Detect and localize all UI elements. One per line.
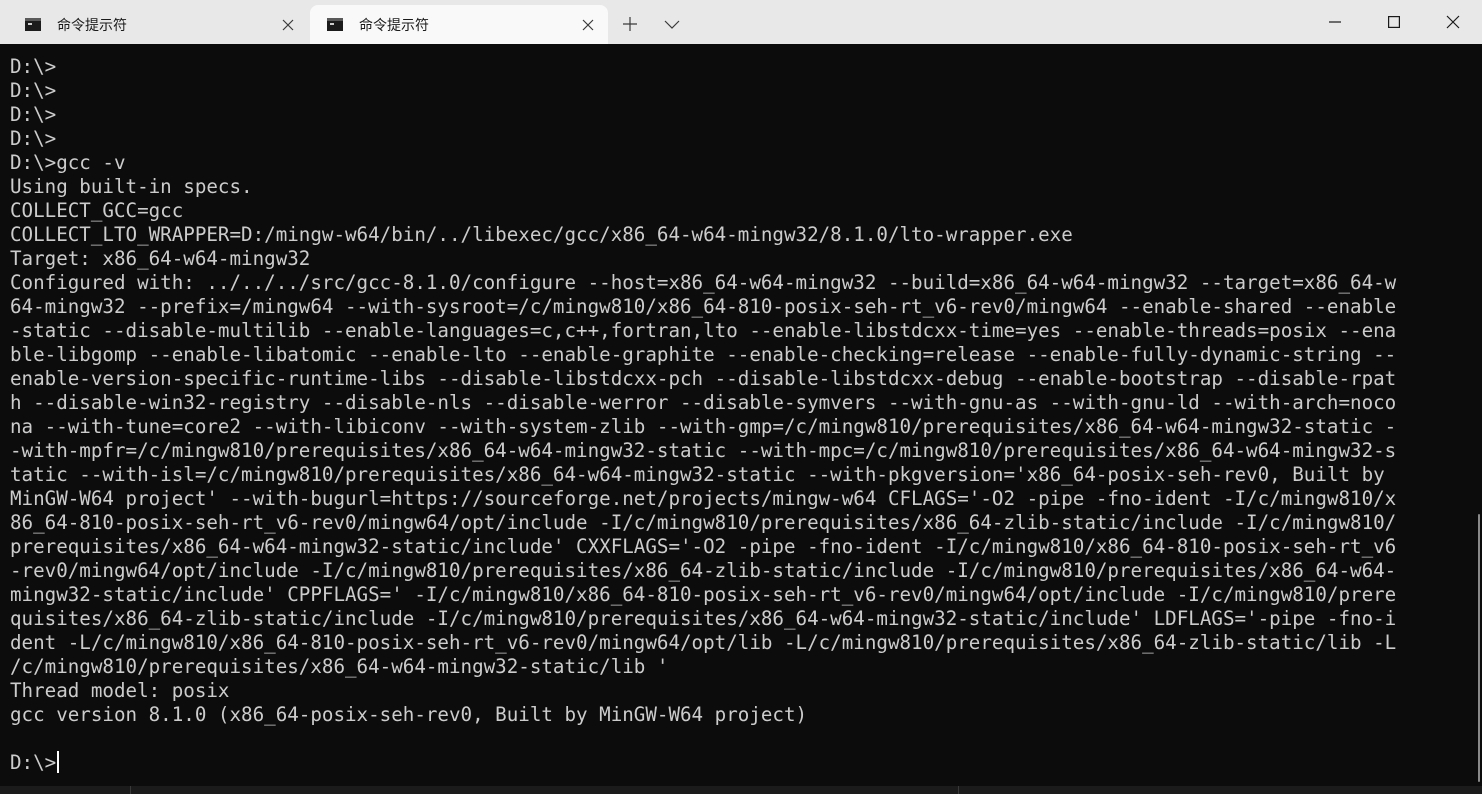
terminal-line: /c/mingw810/prerequisites/x86_64-w64-min… (10, 655, 669, 678)
terminal-text: D:\> D:\> D:\> D:\> D:\>gcc -v Using built-in… (0, 44, 1474, 775)
terminal-line: MinGW-W64 project' --with-bugurl=https:/… (10, 487, 1397, 510)
terminal-line: COLLECT_GCC=gcc (10, 199, 184, 222)
tab-cmd-2[interactable]: 命令提示符 (310, 5, 608, 44)
tab-label: 命令提示符 (57, 17, 127, 34)
close-icon (1446, 15, 1460, 29)
cmd-prompt-icon (25, 18, 41, 31)
scrollbar-thumb[interactable] (1478, 514, 1480, 782)
terminal-line: 86_64-810-posix-seh-rt_v6-rev0/mingw64/o… (10, 511, 1397, 534)
terminal-line: gcc version 8.1.0 (x86_64-posix-seh-rev0… (10, 703, 808, 726)
tab-label: 命令提示符 (359, 17, 429, 34)
prompt-text: D:\> (10, 751, 57, 774)
bottom-edge (0, 786, 1482, 794)
scrollbar[interactable] (1474, 44, 1482, 786)
tab-dropdown-button[interactable] (656, 8, 688, 40)
terminal-output[interactable]: D:\> D:\> D:\> D:\> D:\>gcc -v Using built-in… (0, 44, 1474, 786)
minimize-icon (1329, 21, 1341, 23)
terminal-line: COLLECT_LTO_WRAPPER=D:/mingw-w64/bin/../… (10, 223, 1073, 246)
plus-icon (623, 17, 637, 31)
terminal-line: prerequisites/x86_64-w64-mingw32-static/… (10, 535, 1397, 558)
terminal-line: -rev0/mingw64/opt/include -I/c/mingw810/… (10, 559, 1397, 582)
terminal-line: tatic --with-isl=/c/mingw810/prerequisit… (10, 463, 1385, 486)
divider (958, 786, 959, 794)
terminal-line: h --disable-win32-registry --disable-nls… (10, 391, 1397, 414)
text-cursor (57, 751, 60, 773)
terminal-line: Using built-in specs. (10, 175, 253, 198)
close-icon[interactable] (574, 11, 602, 39)
terminal-line: quisites/x86_64-zlib-static/include -I/c… (10, 607, 1397, 630)
terminal-line: 64-mingw32 --prefix=/mingw64 --with-sysr… (10, 295, 1397, 318)
close-icon[interactable] (274, 11, 302, 39)
terminal-line: D:\> (10, 55, 57, 78)
terminal-line: ble-libgomp --enable-libatomic --enable-… (10, 343, 1397, 366)
terminal-window: 命令提示符 命令提示符 D:\> D:\> D:\> D:\> D:\>gcc … (0, 0, 1482, 794)
terminal-line: D:\>gcc -v (10, 151, 126, 174)
terminal-line: na --with-tune=core2 --with-libiconv --w… (10, 415, 1397, 438)
terminal-line: -static --disable-multilib --enable-lang… (10, 319, 1397, 342)
terminal-line: D:\> (10, 79, 57, 102)
chevron-down-icon (664, 20, 680, 29)
prompt-line[interactable]: D:\> (10, 751, 1474, 775)
terminal-line: enable-version-specific-runtime-libs --d… (10, 367, 1397, 390)
window-close-button[interactable] (1424, 0, 1482, 44)
terminal-line: Thread model: posix (10, 679, 230, 702)
tab-cmd-1[interactable]: 命令提示符 (8, 5, 308, 44)
terminal-line: mingw32-static/include' CPPFLAGS=' -I/c/… (10, 583, 1397, 606)
title-bar: 命令提示符 命令提示符 (0, 0, 1482, 44)
maximize-icon (1388, 16, 1400, 28)
minimize-button[interactable] (1306, 0, 1364, 44)
terminal-line: Configured with: ../../../src/gcc-8.1.0/… (10, 271, 1397, 294)
new-tab-button[interactable] (614, 8, 646, 40)
terminal-line: dent -L/c/mingw810/x86_64-810-posix-seh-… (10, 631, 1397, 654)
terminal-line: -with-mpfr=/c/mingw810/prerequisites/x86… (10, 439, 1397, 462)
divider (130, 786, 131, 794)
terminal-line: D:\> (10, 103, 57, 126)
maximize-button[interactable] (1365, 0, 1423, 44)
cmd-prompt-icon (327, 18, 343, 31)
terminal-line: Target: x86_64-w64-mingw32 (10, 247, 311, 270)
terminal-line: D:\> (10, 127, 57, 150)
